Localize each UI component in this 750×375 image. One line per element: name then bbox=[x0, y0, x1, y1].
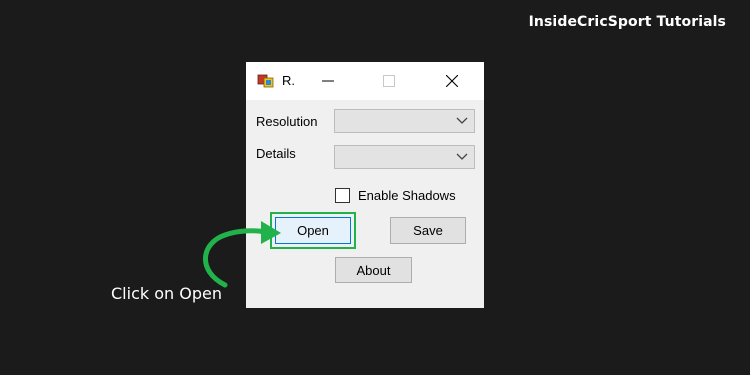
window-title: R. bbox=[282, 73, 295, 88]
save-button[interactable]: Save bbox=[390, 217, 466, 244]
instruction-text: Click on Open bbox=[111, 284, 222, 303]
pointer-arrow-icon bbox=[203, 221, 281, 288]
resolution-label: Resolution bbox=[256, 114, 318, 129]
chevron-down-icon bbox=[456, 153, 468, 160]
minimize-icon bbox=[322, 80, 334, 82]
maximize-icon bbox=[383, 75, 395, 87]
resolution-select[interactable] bbox=[334, 109, 475, 133]
enable-shadows-label[interactable]: Enable Shadows bbox=[358, 188, 456, 203]
title-bar[interactable]: R. bbox=[246, 62, 484, 100]
details-select[interactable] bbox=[334, 145, 475, 169]
about-button[interactable]: About bbox=[335, 257, 412, 283]
minimize-button[interactable] bbox=[306, 62, 350, 100]
brand-title: InsideCricSport Tutorials bbox=[528, 14, 726, 30]
details-label: Details bbox=[256, 146, 296, 161]
close-button[interactable] bbox=[430, 62, 474, 100]
chevron-down-icon bbox=[456, 117, 468, 124]
tutorial-canvas: InsideCricSport Tutorials R. Resolution … bbox=[0, 0, 750, 375]
close-icon bbox=[446, 75, 458, 87]
maximize-button[interactable] bbox=[367, 62, 411, 100]
enable-shadows-checkbox[interactable] bbox=[335, 188, 350, 203]
app-window-icon bbox=[257, 74, 274, 88]
open-button[interactable]: Open bbox=[275, 217, 351, 244]
